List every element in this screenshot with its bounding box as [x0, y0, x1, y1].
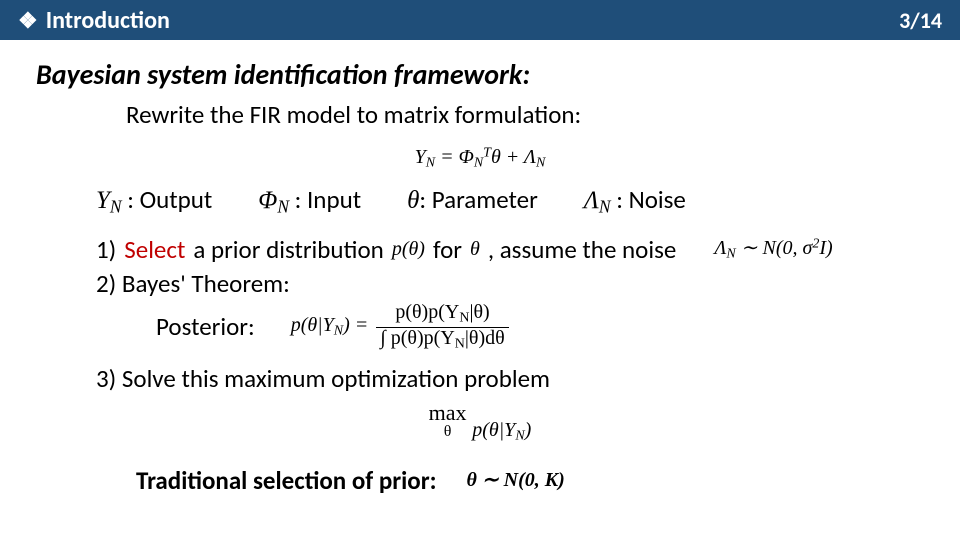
step1-num: 1) — [96, 233, 116, 267]
rewrite-line: Rewrite the FIR model to matrix formulat… — [126, 98, 924, 132]
posterior-lhs: p(θ|YN) = — [291, 312, 369, 341]
step1-select: Select — [124, 233, 185, 267]
max-arg: p(θ|YN) — [472, 419, 531, 441]
slide-header: ❖ Introduction 3/14 — [0, 0, 960, 40]
step1-text-c: for — [433, 233, 462, 267]
page-number: 3/14 — [899, 7, 942, 34]
symbol-definitions: YN : Output ΦN : Input θ: Parameter ΛN :… — [96, 183, 924, 219]
step1-ptheta: p(θ) — [392, 236, 425, 263]
def-parameter: θ: Parameter — [407, 183, 538, 218]
step-1: 1) Select a prior distribution p(θ) for … — [96, 233, 924, 267]
step-2: 2) Bayes' Theorem: — [96, 267, 924, 301]
posterior-numerator: p(θ)p(YN|θ) — [376, 302, 508, 327]
posterior-label: Posterior: — [156, 310, 255, 344]
step1-text-d: , assume the noise — [488, 233, 677, 267]
posterior-row: Posterior: p(θ|YN) = p(θ)p(YN|θ) ∫ p(θ)p… — [156, 302, 924, 351]
step1-theta: θ — [470, 236, 480, 263]
max-equation: max θ p(θ|YN) — [36, 402, 924, 446]
def-noise: ΛN : Noise — [584, 183, 686, 219]
def-output: YN : Output — [96, 183, 212, 219]
def-input: ΦN : Input — [258, 183, 361, 219]
step1-text-b: a prior distribution — [193, 233, 383, 267]
main-equation: YN = ΦNTθ + ΛN — [36, 138, 924, 173]
posterior-fraction: p(θ)p(YN|θ) ∫ p(θ)p(YN|θ)dθ — [376, 302, 508, 351]
slide-title-group: ❖ Introduction — [18, 6, 170, 35]
diamond-bullet-icon: ❖ — [18, 7, 38, 34]
selection-label: Traditional selection of prior: — [136, 464, 437, 498]
slide-title: Introduction — [46, 6, 170, 35]
slide-body: Bayesian system identification framework… — [0, 40, 960, 498]
section-heading: Bayesian system identification framework… — [36, 56, 924, 94]
step-3: 3) Solve this maximum optimization probl… — [96, 362, 924, 396]
traditional-selection: Traditional selection of prior: θ ∼ N(0,… — [136, 464, 924, 498]
posterior-denominator: ∫ p(θ)p(YN|θ)dθ — [376, 328, 508, 352]
max-subscript: θ — [429, 424, 467, 440]
max-operator: max — [429, 402, 467, 424]
selection-equation: θ ∼ N(0, K) — [467, 467, 565, 494]
